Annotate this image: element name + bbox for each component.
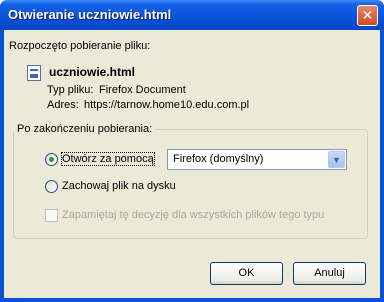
dialog-body: Rozpoczęto pobieranie pliku: uczniowie.h…: [4, 30, 380, 298]
chevron-down-icon[interactable]: ▼: [328, 151, 345, 168]
cancel-button-label: Anuluj: [314, 267, 345, 279]
open-with-radio[interactable]: [45, 153, 58, 166]
file-address-value: https://tarnow.home10.edu.com.pl: [84, 99, 250, 111]
file-type-value: Firefox Document: [99, 84, 186, 96]
title-bar[interactable]: Otwieranie uczniowie.html ✕: [0, 0, 384, 30]
file-type-label: Typ pliku:: [47, 84, 94, 96]
application-select[interactable]: Firefox (domyślny) ▼: [167, 149, 347, 170]
html-file-icon: [27, 65, 41, 81]
dialog-title: Otwieranie uczniowie.html: [8, 7, 172, 22]
application-select-value: Firefox (domyślny): [173, 153, 264, 165]
dialog-window: Otwieranie uczniowie.html ✕ Rozpoczęto p…: [0, 0, 384, 302]
remember-decision-checkbox[interactable]: [45, 209, 58, 222]
open-with-label[interactable]: Otwórz za pomocą: [61, 152, 155, 166]
remember-decision-label[interactable]: Zapamiętaj tę decyzję dla wszystkich pli…: [62, 209, 324, 221]
save-to-disk-label[interactable]: Zachowaj plik na dysku: [62, 180, 176, 192]
close-icon: ✕: [361, 7, 374, 23]
download-intro-text: Rozpoczęto pobieranie pliku:: [9, 40, 151, 52]
file-address-label: Adres:: [47, 99, 79, 111]
save-to-disk-radio[interactable]: [45, 180, 58, 193]
close-button[interactable]: ✕: [357, 5, 378, 26]
ok-button[interactable]: OK: [210, 262, 283, 285]
after-download-legend: Po zakończeniu pobierania:: [14, 123, 156, 135]
ok-button-label: OK: [238, 267, 255, 279]
cancel-button[interactable]: Anuluj: [293, 262, 366, 285]
file-name: uczniowie.html: [49, 65, 136, 79]
